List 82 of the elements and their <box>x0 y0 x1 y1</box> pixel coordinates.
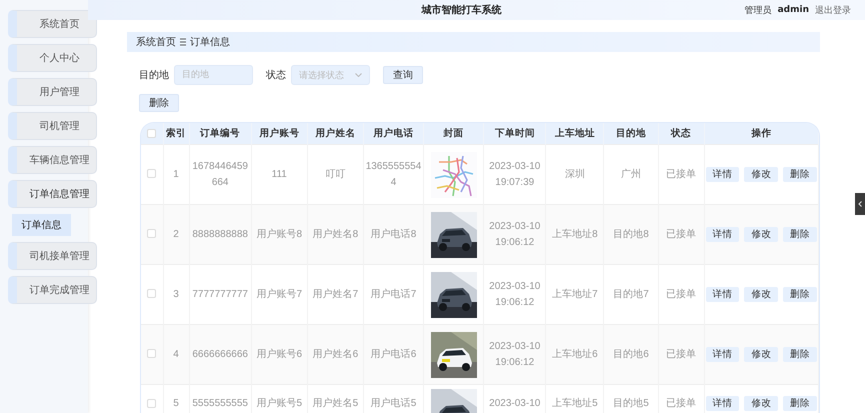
menu-item[interactable]: 用户管理 <box>8 78 97 106</box>
table-cell: 2023-03-10 <box>484 384 546 413</box>
delete-button[interactable]: 删除 <box>139 94 179 112</box>
menu-item[interactable]: 车辆信息管理 <box>8 146 97 174</box>
user-role: 管理员 <box>744 4 772 16</box>
table-cell: 用户电话5 <box>363 384 424 413</box>
logout-link[interactable]: 退出登录 <box>815 4 851 16</box>
table-cell: 用户电话8 <box>363 204 424 264</box>
username: admin <box>778 5 809 15</box>
column-header: 订单编号 <box>189 123 252 144</box>
column-header: 用户电话 <box>363 123 424 144</box>
action-button[interactable]: 删除 <box>783 396 817 411</box>
table-cell: 上车地址6 <box>546 324 604 384</box>
table-cell: 用户姓名6 <box>307 324 364 384</box>
table-cell: 用户姓名5 <box>307 384 364 413</box>
table-cell: 4 <box>163 324 190 384</box>
column-header: 状态 <box>658 123 704 144</box>
action-button[interactable]: 删除 <box>783 347 817 362</box>
column-header: 用户账号 <box>251 123 308 144</box>
column-header: 封面 <box>424 123 484 144</box>
row-checkbox[interactable] <box>147 398 156 408</box>
action-button[interactable]: 修改 <box>744 167 778 182</box>
action-button[interactable]: 详情 <box>706 167 740 182</box>
table-cell: 5 <box>163 384 190 413</box>
table-cell: 2023-03-10 19:06:12 <box>484 204 546 264</box>
field-label: 状态 <box>266 68 286 82</box>
column-header: 下单时间 <box>484 123 546 144</box>
table-cell: 上车地址5 <box>546 384 604 413</box>
chevron-down-icon <box>355 73 362 77</box>
table-cell: 5555555555 <box>189 384 252 413</box>
action-button[interactable]: 修改 <box>744 396 778 411</box>
breadcrumb-link[interactable]: 系统首页 <box>136 35 176 49</box>
action-button[interactable]: 详情 <box>706 227 740 242</box>
menu-item[interactable]: 司机接单管理 <box>8 242 97 270</box>
collapse-handle[interactable] <box>855 193 865 215</box>
table-cell: 已接单 <box>658 384 704 413</box>
table-cell: 6666666666 <box>189 324 252 384</box>
table-cell: 目的地5 <box>604 384 658 413</box>
row-checkbox[interactable] <box>147 349 156 358</box>
table-cell: 用户电话6 <box>363 324 424 384</box>
action-button[interactable]: 修改 <box>744 347 778 362</box>
menu-item[interactable]: 个人中心 <box>8 44 97 72</box>
app-title: 城市智能打车系统 <box>420 3 502 17</box>
table-cell: 目的地8 <box>604 204 658 264</box>
action-button[interactable]: 详情 <box>706 287 740 302</box>
menu-item[interactable]: 司机管理 <box>8 112 97 140</box>
submenu-item[interactable]: 订单信息 <box>12 214 71 236</box>
action-button[interactable]: 详情 <box>706 396 740 411</box>
action-button[interactable]: 修改 <box>744 287 778 302</box>
action-button[interactable]: 详情 <box>706 347 740 362</box>
table-cell: 目的地6 <box>604 324 658 384</box>
column-header: 目的地 <box>604 123 658 144</box>
field-label: 目的地 <box>139 68 169 82</box>
action-button[interactable]: 删除 <box>783 287 817 302</box>
separator-icon <box>180 38 186 46</box>
table-cell: 上车地址8 <box>546 204 604 264</box>
search-button[interactable]: 查询 <box>383 66 423 84</box>
menu-item[interactable]: 订单完成管理 <box>8 276 97 304</box>
table-cell: 2023-03-10 19:06:12 <box>484 324 546 384</box>
table-cell: 用户账号8 <box>251 204 308 264</box>
row-checkbox[interactable] <box>147 289 156 298</box>
row-checkbox[interactable] <box>147 169 156 178</box>
action-button[interactable]: 删除 <box>783 227 817 242</box>
table-cell: 用户账号5 <box>251 384 308 413</box>
action-button[interactable]: 修改 <box>744 227 778 242</box>
select-all-checkbox[interactable] <box>147 128 156 138</box>
table-cell: 2 <box>163 204 190 264</box>
row-checkbox[interactable] <box>147 229 156 238</box>
destination-field[interactable]: 目的地 <box>174 65 253 85</box>
breadcrumb-link[interactable]: 订单信息 <box>190 35 230 49</box>
column-header: 操作 <box>704 123 818 144</box>
menu-item[interactable]: 订单信息管理 <box>8 180 97 208</box>
table-cell: 已接单 <box>658 204 704 264</box>
column-header: 上车地址 <box>546 123 604 144</box>
menu-item[interactable]: 系统首页 <box>8 10 97 38</box>
table-cell: 用户账号6 <box>251 324 308 384</box>
column-header: 用户姓名 <box>307 123 364 144</box>
table-cell: 已接单 <box>658 324 704 384</box>
table-cell: 用户姓名8 <box>307 204 364 264</box>
action-button[interactable]: 删除 <box>783 167 817 182</box>
column-header: 索引 <box>163 123 190 144</box>
table-cell: 8888888888 <box>189 204 252 264</box>
